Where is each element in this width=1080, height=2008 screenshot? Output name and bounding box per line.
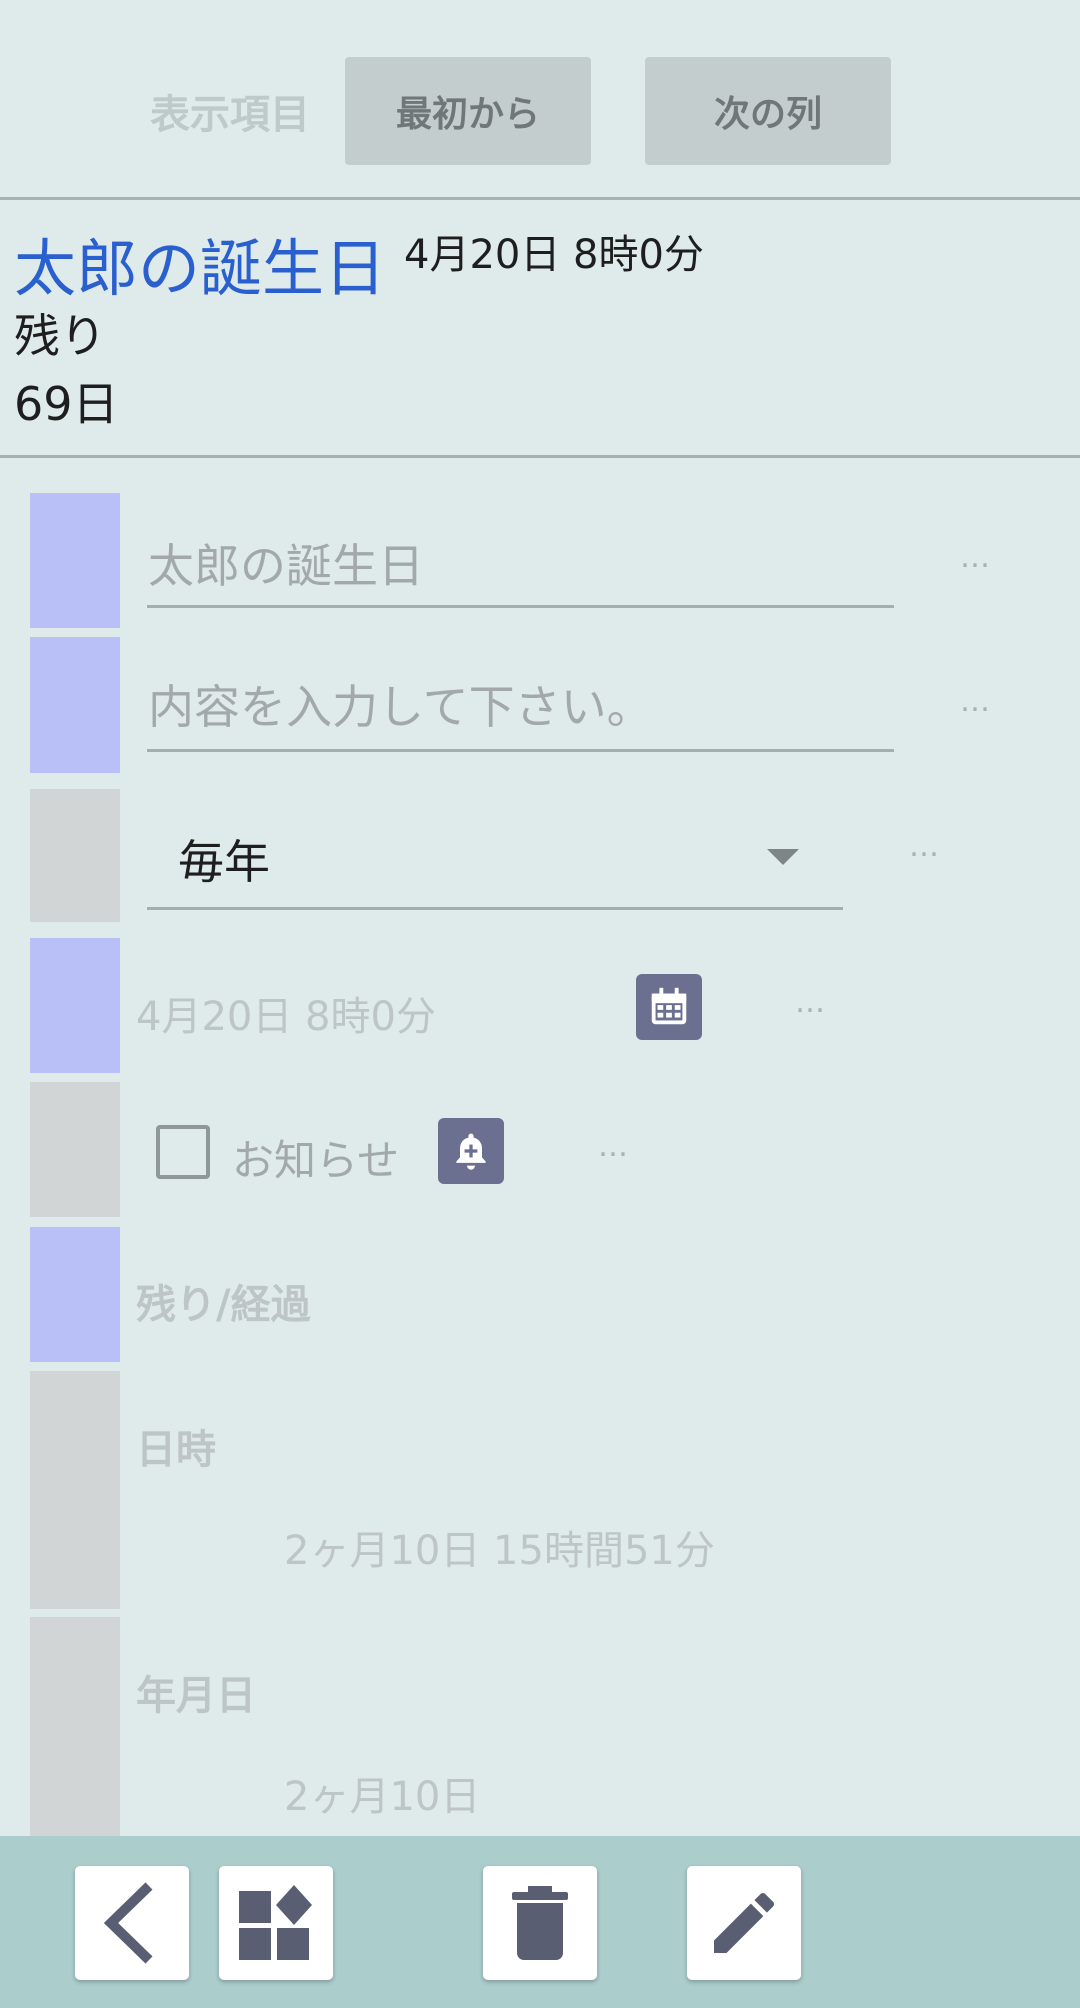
datetime-section-value: 2ヶ月10日 15時間51分	[284, 1528, 715, 1574]
date-color-swatch[interactable]	[30, 938, 120, 1073]
bell-plus-icon	[456, 1133, 486, 1170]
repeat-select-underline	[147, 907, 843, 910]
title-input-underline	[147, 605, 894, 608]
ymd-section-value: 2ヶ月10日	[284, 1774, 481, 1820]
calendar-icon	[651, 987, 687, 1025]
content-color-swatch[interactable]	[30, 637, 120, 773]
datetime-color-swatch[interactable]	[30, 1371, 120, 1609]
chevron-left-icon	[103, 1882, 153, 1964]
title-more-button[interactable]: …	[960, 540, 991, 575]
delete-button[interactable]	[483, 1866, 597, 1980]
from-start-button[interactable]: 最初から	[345, 57, 591, 165]
calendar-button[interactable]	[636, 974, 702, 1040]
trash-icon	[512, 1886, 568, 1960]
title-color-swatch[interactable]	[30, 493, 120, 628]
top-toolbar: 表示項目 最初から 次の列	[0, 0, 1080, 198]
add-notification-button[interactable]	[438, 1118, 504, 1184]
notify-more-button[interactable]: …	[598, 1129, 629, 1164]
remaining-elapsed-label: 残り/経過	[136, 1282, 311, 1328]
edit-button[interactable]	[687, 1866, 801, 1980]
notify-checkbox[interactable]	[156, 1125, 210, 1179]
notify-label: お知らせ	[232, 1136, 400, 1185]
repeat-select[interactable]: 毎年	[178, 826, 270, 892]
next-column-button[interactable]: 次の列	[645, 57, 891, 165]
widgets-button[interactable]	[219, 1866, 333, 1980]
content-input-underline	[147, 749, 894, 752]
summary-remaining-label: 残り	[14, 309, 106, 363]
summary-title: 太郎の誕生日	[14, 232, 387, 305]
summary-datetime: 4月20日 8時0分	[404, 232, 704, 278]
ymd-section-label: 年月日	[136, 1673, 256, 1719]
date-value[interactable]: 4月20日 8時0分	[136, 984, 436, 1042]
notify-color-swatch[interactable]	[30, 1082, 120, 1217]
title-input[interactable]: 太郎の誕生日	[148, 530, 424, 596]
date-more-button[interactable]: …	[795, 985, 826, 1020]
back-button[interactable]	[75, 1866, 189, 1980]
repeat-more-button[interactable]: …	[909, 829, 940, 864]
widgets-icon	[239, 1885, 312, 1960]
content-input[interactable]: 内容を入力して下さい。	[148, 671, 653, 737]
chevron-down-icon[interactable]	[767, 849, 799, 865]
content-more-button[interactable]: …	[960, 684, 991, 719]
repeat-color-swatch[interactable]	[30, 789, 120, 922]
bottom-toolbar	[0, 1836, 1080, 2008]
pencil-icon	[714, 1892, 775, 1953]
ymd-color-swatch[interactable]	[30, 1617, 120, 1836]
summary-remaining-value: 69日	[14, 377, 119, 431]
remaining-elapsed-color-swatch[interactable]	[30, 1227, 120, 1362]
divider	[0, 197, 1080, 200]
divider	[0, 455, 1080, 458]
display-items-label: 表示項目	[150, 92, 310, 138]
datetime-section-label: 日時	[136, 1427, 216, 1473]
